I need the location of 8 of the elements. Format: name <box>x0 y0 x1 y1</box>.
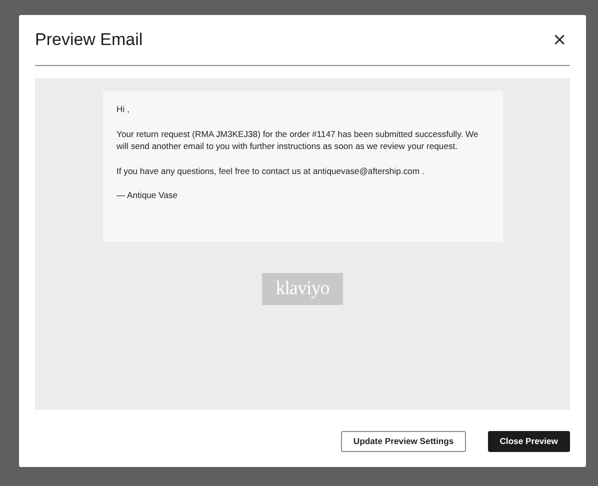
settings-button[interactable]: Update Preview Settings <box>341 431 466 452</box>
dialog-title: Preview Email <box>35 29 143 52</box>
email-paragraph: If you have any questions, feel free to contact us at antiquevase@aftership.com . <box>116 164 426 177</box>
email-paragraph: — Antique Vase <box>116 189 178 202</box>
close-preview-button[interactable]: Close Preview <box>488 431 570 452</box>
email-paragraph: Your return request (RMA JM3KEJ38) for the order #1147 has been submitted successfully. We will send another email to you with further instructions as soon as we review your request. <box>116 128 480 152</box>
close-button[interactable]: × <box>553 29 566 51</box>
email-paragraph: Hi , <box>116 103 130 116</box>
